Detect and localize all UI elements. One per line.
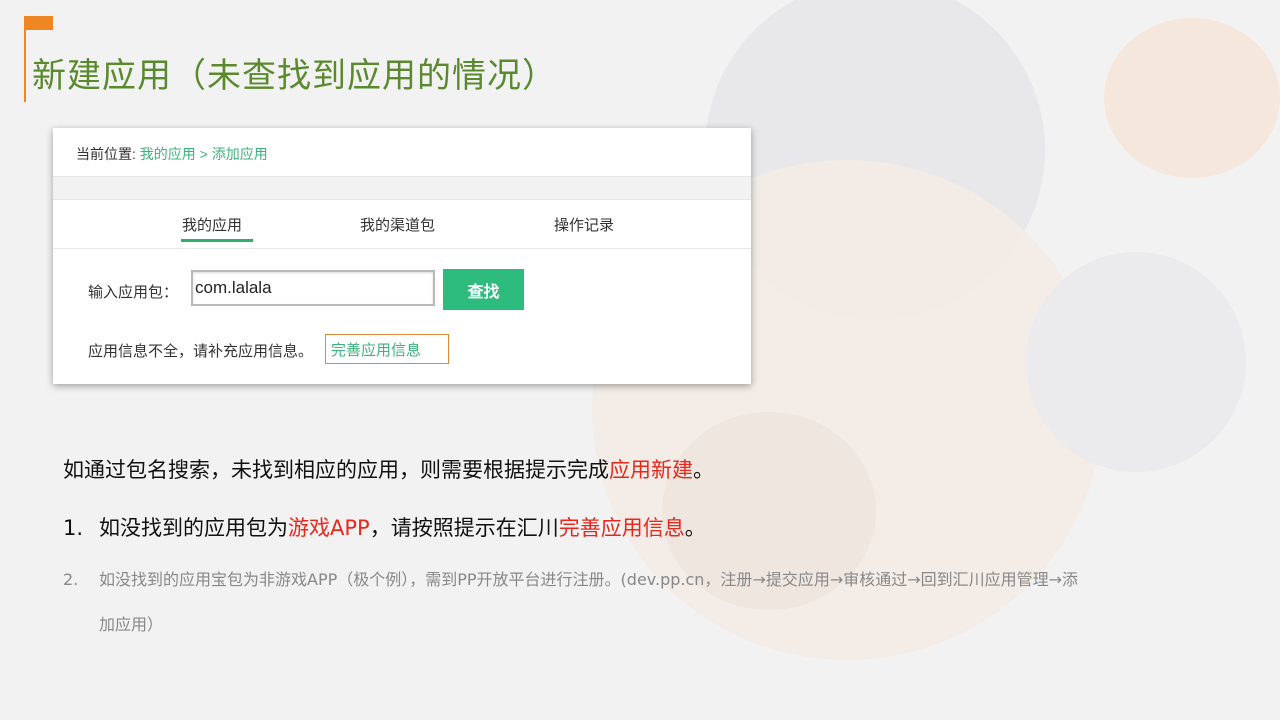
list-item-continuation: 加应用） (99, 615, 164, 634)
complete-app-info-link[interactable]: 完善应用信息 (325, 334, 449, 364)
list-item: 2. 如没找到的应用宝包为非游戏APP（极个例），需到PP开放平台进行注册。(de… (63, 566, 1078, 590)
intro-text: 如通过包名搜索，未找到相应的应用，则需要根据提示完成应用新建。 (63, 454, 714, 484)
list-item-number: 1. (63, 516, 84, 540)
breadcrumb-separator: > (195, 146, 212, 162)
list-item-text: 如没找到的应用宝包为非游戏APP（极个例），需到PP开放平台进行注册。(dev.… (99, 570, 1079, 589)
intro-text-post: 。 (693, 458, 714, 482)
header-band (53, 176, 751, 200)
search-button[interactable]: 查找 (443, 269, 524, 310)
package-name-input[interactable] (191, 270, 435, 306)
list-item-number: 2. (63, 570, 79, 589)
app-search-panel: 当前位置: 我的应用 > 添加应用 我的应用 我的渠道包 操作记录 输入应用包：… (53, 128, 751, 384)
list-item-highlight: 游戏APP (288, 516, 370, 540)
title-accent-line (24, 30, 26, 102)
tab-my-channel-packages[interactable]: 我的渠道包 (360, 214, 435, 235)
breadcrumb: 当前位置: 我的应用 > 添加应用 (76, 144, 268, 164)
list-item: 1. 如没找到的应用包为游戏APP，请按照提示在汇川完善应用信息。 (63, 512, 706, 542)
intro-highlight: 应用新建 (609, 458, 693, 482)
slide-title: 新建应用（未查找到应用的情况） (32, 56, 557, 96)
active-tab-indicator (181, 239, 253, 242)
list-item-highlight: 完善应用信息 (558, 516, 685, 540)
tab-operation-log[interactable]: 操作记录 (554, 214, 614, 235)
package-input-label: 输入应用包： (88, 284, 179, 301)
tab-divider (53, 248, 751, 249)
tab-my-apps[interactable]: 我的应用 (182, 214, 242, 235)
breadcrumb-my-apps-link[interactable]: 我的应用 (140, 146, 196, 162)
list-item-text: 。 (684, 516, 706, 540)
list-item-text: ，请按照提示在汇川 (369, 516, 559, 540)
breadcrumb-prefix: 当前位置: (76, 146, 140, 162)
background-circle (1104, 18, 1280, 178)
intro-text-pre: 如通过包名搜索，未找到相应的应用，则需要根据提示完成 (63, 458, 609, 482)
breadcrumb-add-app-link[interactable]: 添加应用 (212, 146, 268, 162)
incomplete-info-message: 应用信息不全，请补充应用信息。 (88, 343, 314, 360)
list-item-text: 如没找到的应用包为 (99, 516, 288, 540)
background-circle (1026, 252, 1246, 472)
title-accent-square (24, 16, 53, 30)
